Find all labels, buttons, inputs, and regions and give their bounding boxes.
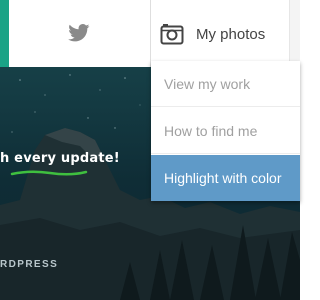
nav-edge: [289, 0, 300, 67]
twitter-button[interactable]: [60, 22, 98, 44]
menu-item-how-to-find-me[interactable]: How to find me: [151, 108, 300, 154]
hero-tagline: h every update!: [0, 151, 120, 166]
menu-item-view-my-work[interactable]: View my work: [151, 61, 300, 107]
brand-wordmark: RDPRESS: [0, 259, 59, 270]
dropdown-caret: [170, 53, 186, 61]
top-navigation-bar: My photos: [0, 0, 300, 67]
menu-item-highlight-with-color[interactable]: Highlight with color: [151, 155, 300, 201]
tagline-underline: [10, 170, 88, 176]
photos-dropdown-menu: View my work How to find me Highlight wi…: [151, 61, 300, 201]
my-photos-button[interactable]: My photos: [160, 18, 265, 50]
accent-strip: [0, 0, 9, 67]
nav-divider: [150, 0, 151, 67]
my-photos-label: My photos: [196, 25, 266, 43]
camera-icon: [160, 24, 184, 45]
twitter-bird-icon: [68, 24, 90, 42]
